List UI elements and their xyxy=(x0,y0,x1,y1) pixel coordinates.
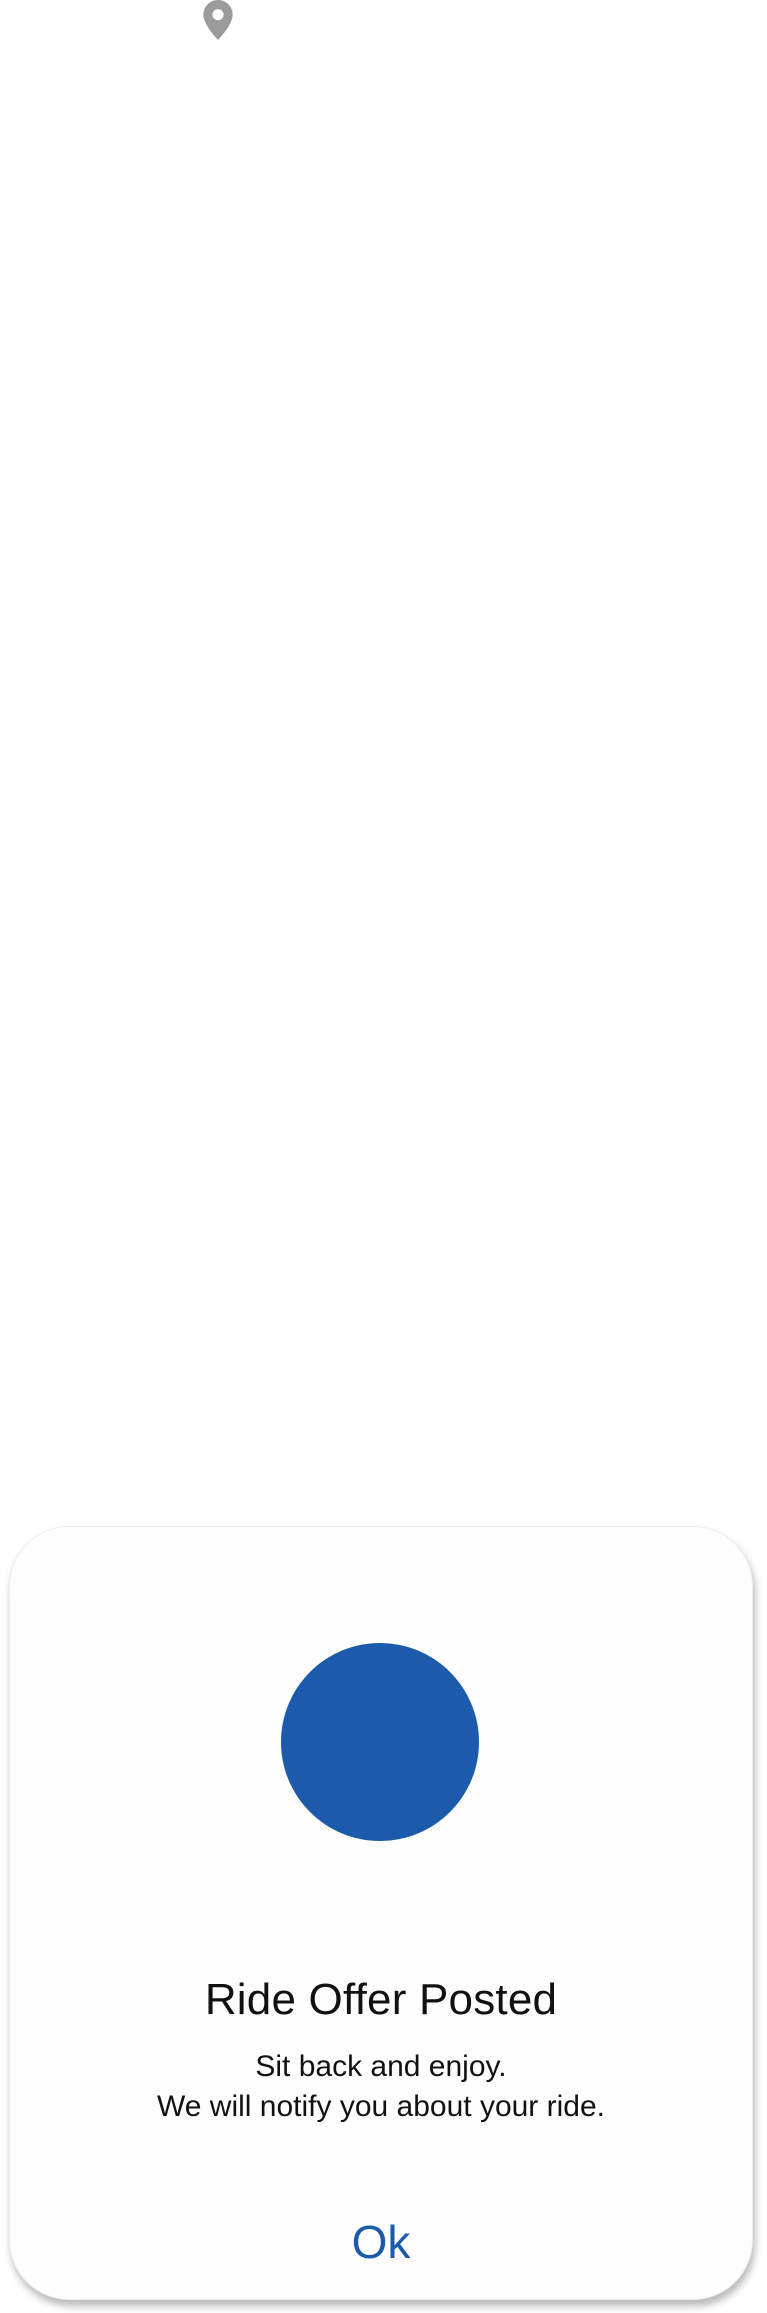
dialog-message: Sit back and enjoy. We will notify you a… xyxy=(10,2047,752,2127)
ok-button[interactable]: Ok xyxy=(301,2207,461,2277)
dialog-title: Ride Offer Posted xyxy=(204,1975,558,2024)
map-pin-hole xyxy=(212,9,224,21)
dialog-message-line-1: Sit back and enjoy. xyxy=(255,2050,507,2083)
status-circle-icon xyxy=(281,1643,479,1841)
map-pin-icon xyxy=(203,0,233,40)
screen: Ride Offer Posted Sit back and enjoy. We… xyxy=(0,0,767,2313)
dialog-message-line-2: We will notify you about your ride. xyxy=(157,2090,605,2123)
ride-posted-dialog: Ride Offer Posted Sit back and enjoy. We… xyxy=(9,1526,753,2300)
